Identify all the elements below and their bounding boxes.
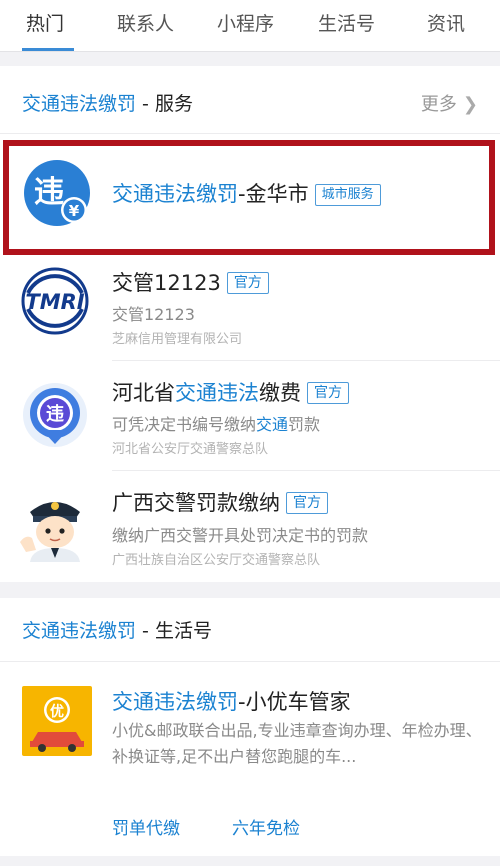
tab-contacts[interactable]: 联系人 (117, 9, 174, 36)
life-section-title: 交通违法缴罚 - 生活号 (22, 616, 212, 643)
service-section-title: 交通违法缴罚 - 服务 (22, 89, 193, 116)
svg-text:优: 优 (50, 703, 64, 720)
category-tabs: 热门 联系人 小程序 生活号 资讯 (0, 0, 500, 52)
life-account-description: 小优&邮政联合出品,专业违章查询办理、年检办理、补换证等,足不出户替您跑腿的车.… (112, 721, 482, 766)
service-section-suffix: - 服务 (136, 93, 193, 115)
hebei-title-keyword: 交通违法 (175, 381, 259, 405)
active-tab-indicator (22, 48, 74, 51)
life-title-keyword: 交通违法缴罚 (112, 690, 238, 714)
official-badge: 官方 (307, 382, 349, 404)
hebei-subtitle: 可凭决定书编号缴纳交通罚款 (112, 411, 320, 435)
violation-location-icon: 违 (23, 383, 87, 447)
jiaoguan-title: 交管12123 官方 (112, 267, 269, 297)
jiaoguan-title-text: 交管12123 (112, 271, 221, 295)
jiaoguan-subtitle: 交管12123 (112, 305, 195, 324)
hebei-title-suffix: 缴费 (259, 381, 301, 405)
life-section-suffix: - 生活号 (136, 620, 212, 642)
tmri-logo-icon: TMRI (21, 267, 89, 335)
hebei-title: 河北省交通违法缴费 官方 (112, 377, 349, 407)
jiaoguan-org: 芝麻信用管理有限公司 (112, 332, 243, 347)
guangxi-title-text: 广西交警罚款缴纳 (112, 491, 280, 515)
section-divider (0, 133, 500, 134)
guangxi-org: 广西壮族自治区公安厅交通警察总队 (112, 553, 321, 568)
life-title-suffix: -小优车管家 (238, 690, 351, 714)
hebei-subtitle-suffix: 罚款 (288, 415, 321, 434)
tab-hot[interactable]: 热门 (26, 9, 64, 36)
svg-text:TMRI: TMRI (25, 290, 84, 314)
highlight-box (3, 140, 495, 255)
guangxi-subtitle: 缴纳广西交警开具处罚决定书的罚款 (112, 526, 369, 545)
chevron-right-icon: ❯ (462, 94, 478, 115)
traffic-police-avatar-icon (20, 502, 80, 562)
ticket-payment-link[interactable]: 罚单代缴 (112, 814, 180, 839)
xiaoyou-car-icon: 优 (22, 686, 92, 756)
tab-news[interactable]: 资讯 (427, 9, 465, 36)
life-account-title: 交通违法缴罚-小优车管家 (112, 686, 351, 716)
row-divider (112, 360, 500, 361)
row-divider (112, 470, 500, 471)
official-badge: 官方 (226, 272, 269, 294)
more-services-link[interactable]: 更多 ❯ (421, 90, 478, 116)
hebei-subtitle-keyword: 交通 (256, 415, 289, 434)
tab-life-accounts[interactable]: 生活号 (318, 9, 375, 36)
service-section-keyword: 交通违法缴罚 (22, 93, 137, 115)
section-divider (0, 661, 500, 662)
life-section-keyword: 交通违法缴罚 (22, 620, 137, 642)
hebei-org: 河北省公安厅交通警察总队 (112, 442, 269, 457)
hebei-subtitle-prefix: 可凭决定书编号缴纳 (112, 415, 257, 434)
svg-text:违: 违 (46, 403, 64, 425)
six-year-exemption-link[interactable]: 六年免检 (232, 814, 300, 839)
guangxi-title: 广西交警罚款缴纳 官方 (112, 487, 328, 517)
more-label: 更多 (420, 94, 457, 115)
hebei-title-prefix: 河北省 (112, 381, 175, 405)
tab-mini-programs[interactable]: 小程序 (217, 9, 274, 36)
official-badge: 官方 (286, 492, 328, 514)
